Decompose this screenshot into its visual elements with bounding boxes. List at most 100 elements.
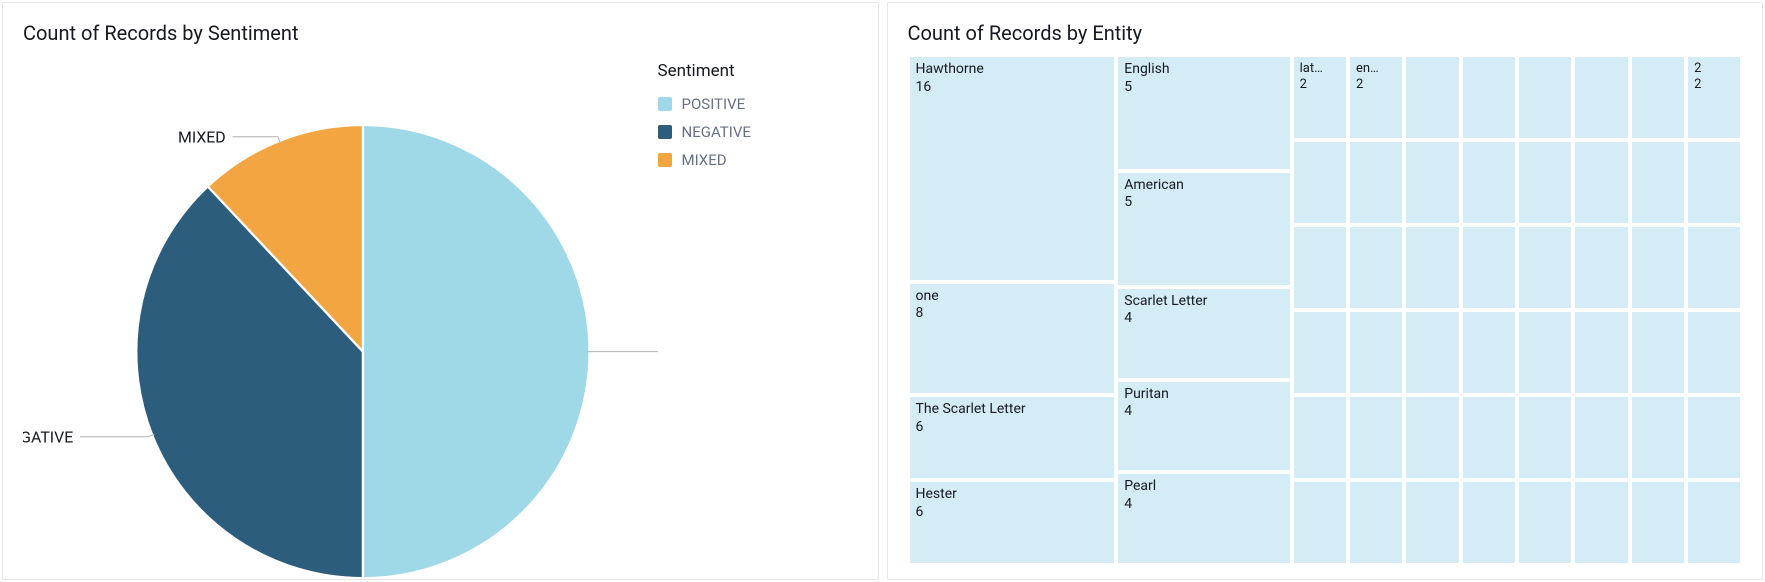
treemap-cell[interactable] <box>1404 55 1460 140</box>
treemap-cell[interactable] <box>1630 55 1686 140</box>
treemap-cell[interactable] <box>1517 140 1573 225</box>
treemap-cell[interactable] <box>1630 395 1686 480</box>
treemap-cell-label: Puritan <box>1124 386 1169 402</box>
treemap-cell-label: one <box>916 288 939 304</box>
treemap-cell[interactable] <box>1461 480 1517 565</box>
legend-swatch-icon <box>658 125 672 139</box>
legend-swatch-icon <box>658 97 672 111</box>
treemap-cell-hawthorne[interactable]: Hawthorne 16 <box>908 55 1117 282</box>
legend-label: POSITIVE <box>682 95 746 113</box>
treemap-cell[interactable] <box>1573 480 1629 565</box>
treemap-cell[interactable] <box>1292 310 1348 395</box>
treemap-cell-label: English <box>1124 61 1169 77</box>
treemap-cell[interactable] <box>1404 480 1460 565</box>
treemap-cell-one[interactable]: one8 <box>908 282 1117 395</box>
legend-label: NEGATIVE <box>682 123 751 141</box>
treemap-cell-label: Pearl <box>1124 478 1156 494</box>
treemap-cell-value: 2 <box>1300 77 1340 93</box>
pie-chart[interactable]: POSITIVENEGATIVEMIXED <box>23 55 658 580</box>
treemap-cell[interactable] <box>1517 395 1573 480</box>
tree-title: Count of Records by Entity <box>908 21 1743 45</box>
treemap-cell[interactable] <box>1348 395 1404 480</box>
treemap-cell[interactable] <box>1630 310 1686 395</box>
treemap-cell-label: 2 <box>1694 61 1701 76</box>
treemap-cell-value: 6 <box>916 504 1109 522</box>
treemap-cell[interactable] <box>1630 480 1686 565</box>
treemap-cell[interactable] <box>1292 225 1348 310</box>
treemap-cell[interactable] <box>1348 140 1404 225</box>
treemap-cell[interactable] <box>1517 310 1573 395</box>
treemap-cell-label: lat… <box>1300 61 1323 76</box>
legend-item-negative[interactable]: NEGATIVE <box>658 123 858 141</box>
treemap-cell[interactable] <box>1348 480 1404 565</box>
treemap-cell[interactable] <box>1517 55 1573 140</box>
treemap-cell-label: en… <box>1356 61 1379 76</box>
treemap-cell[interactable] <box>1404 225 1460 310</box>
pie-label-negative: NEGATIVE <box>23 427 73 446</box>
treemap-cell-puritan[interactable]: Puritan4 <box>1116 380 1291 473</box>
panel-entity: Count of Records by Entity Hawthorne 16 on… <box>887 2 1764 580</box>
treemap-cell-label: American <box>1124 177 1184 193</box>
treemap-cell[interactable] <box>1573 310 1629 395</box>
treemap-cell[interactable] <box>1461 140 1517 225</box>
treemap-cell[interactable] <box>1461 310 1517 395</box>
treemap-cell-the-scarlet-letter[interactable]: The Scarlet Letter 6 <box>908 395 1117 480</box>
treemap-cell[interactable] <box>1461 395 1517 480</box>
treemap-cell-2[interactable]: 22 <box>1686 55 1742 140</box>
legend-swatch-icon <box>658 153 672 167</box>
treemap-cell[interactable] <box>1404 310 1460 395</box>
treemap-cell[interactable] <box>1573 395 1629 480</box>
treemap-cell[interactable] <box>1292 480 1348 565</box>
pie-title: Count of Records by Sentiment <box>23 21 858 45</box>
pie-slice-positive[interactable] <box>363 125 590 578</box>
treemap-cell[interactable] <box>1404 395 1460 480</box>
treemap-cell-value: 2 <box>1694 77 1734 93</box>
treemap-cell[interactable] <box>1292 395 1348 480</box>
legend-label: MIXED <box>682 151 727 169</box>
pie-legend: Sentiment POSITIVE NEGATIVE MIXED <box>658 55 858 580</box>
treemap-cell[interactable] <box>1686 395 1742 480</box>
treemap-cell[interactable] <box>1630 225 1686 310</box>
treemap-cell-pearl[interactable]: Pearl4 <box>1116 472 1291 565</box>
treemap-cell-value: 6 <box>916 419 1109 437</box>
treemap-cell-label: Hawthorne <box>916 61 984 77</box>
treemap-cell-value: 2 <box>1356 77 1396 93</box>
treemap-cell-en-[interactable]: en…2 <box>1348 55 1404 140</box>
treemap-chart[interactable]: Hawthorne16one8The Scarlet Letter6Hester… <box>908 55 1743 565</box>
treemap-cell[interactable] <box>1630 140 1686 225</box>
treemap-cell[interactable] <box>1404 140 1460 225</box>
treemap-cell-lat-[interactable]: lat…2 <box>1292 55 1348 140</box>
treemap-cell[interactable] <box>1573 225 1629 310</box>
legend-item-mixed[interactable]: MIXED <box>658 151 858 169</box>
legend-item-positive[interactable]: POSITIVE <box>658 95 858 113</box>
treemap-cell-value: 16 <box>916 79 1109 97</box>
legend-title: Sentiment <box>658 61 858 81</box>
treemap-cell[interactable] <box>1348 225 1404 310</box>
treemap-cell[interactable] <box>1348 310 1404 395</box>
pie-chart-area: POSITIVENEGATIVEMIXED <box>23 55 658 580</box>
treemap-cell-hester[interactable]: Hester 6 <box>908 480 1117 565</box>
treemap-cell[interactable] <box>1461 55 1517 140</box>
treemap-cell-value: 4 <box>1124 403 1283 421</box>
treemap-cell[interactable] <box>1686 480 1742 565</box>
treemap-cell-value: 5 <box>1124 194 1283 212</box>
treemap-cell-label: Hester <box>916 486 957 502</box>
treemap-cell[interactable] <box>1517 480 1573 565</box>
treemap-cell[interactable] <box>1686 310 1742 395</box>
treemap-cell-american[interactable]: American5 <box>1116 171 1291 287</box>
treemap-cell[interactable] <box>1573 55 1629 140</box>
treemap-cell-label: Scarlet Letter <box>1124 293 1207 309</box>
treemap-cell[interactable] <box>1461 225 1517 310</box>
treemap-cell-english[interactable]: English 5 <box>1116 55 1291 171</box>
pie-label-mixed: MIXED <box>178 127 226 146</box>
treemap-cell[interactable] <box>1517 225 1573 310</box>
treemap-cell-label: The Scarlet Letter <box>916 401 1026 417</box>
treemap-cell-value: 5 <box>1124 79 1283 97</box>
treemap-cell-value: 4 <box>1124 310 1283 328</box>
treemap-cell[interactable] <box>1573 140 1629 225</box>
treemap-cell[interactable] <box>1292 140 1348 225</box>
treemap-cell-scarlet-letter[interactable]: Scarlet Letter4 <box>1116 287 1291 380</box>
treemap-cell[interactable] <box>1686 140 1742 225</box>
panel-sentiment: Count of Records by Sentiment POSITIVE NE… <box>2 2 879 580</box>
treemap-cell[interactable] <box>1686 225 1742 310</box>
